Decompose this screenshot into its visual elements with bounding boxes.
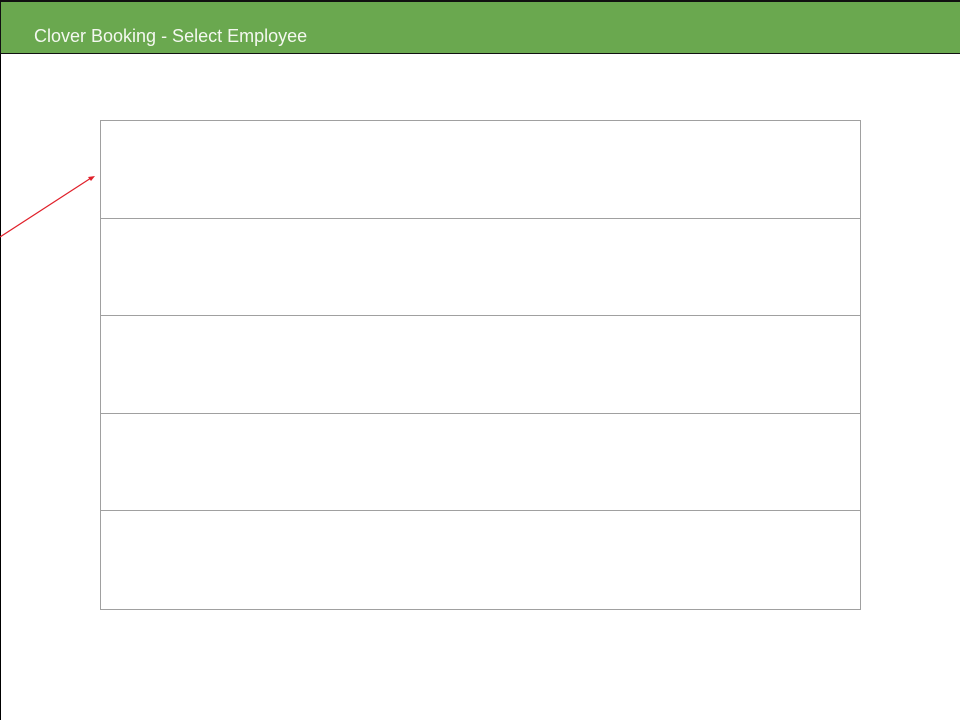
annotation-arrow-icon — [0, 176, 95, 238]
